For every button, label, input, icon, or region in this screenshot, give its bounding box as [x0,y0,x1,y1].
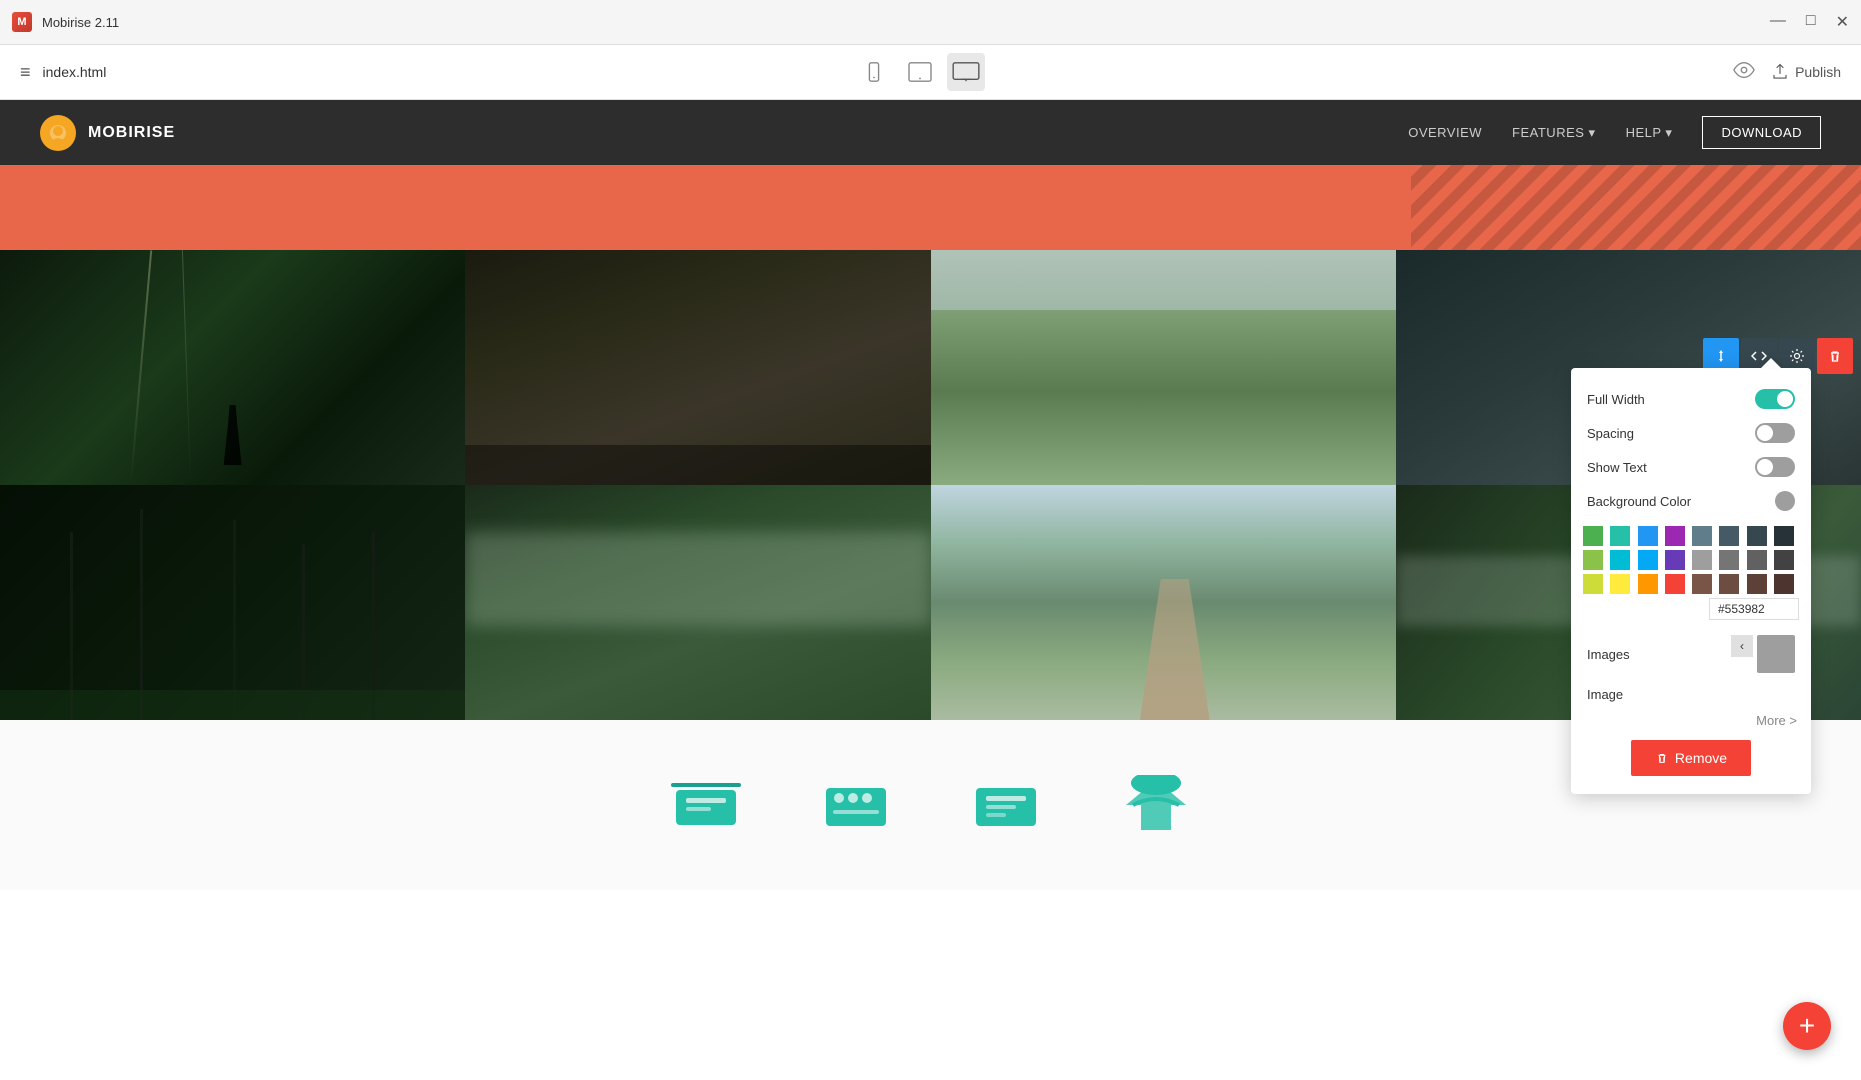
icon-item-1 [671,780,741,830]
maximize-button[interactable]: □ [1806,12,1816,32]
color-hex-row [1583,598,1799,620]
tablet-view-button[interactable] [901,53,939,91]
swatch-cyan[interactable] [1610,550,1630,570]
spacing-row: Spacing [1571,416,1811,450]
full-width-toggle[interactable] [1755,389,1795,409]
file-name: index.html [43,64,107,80]
images-section-label: Images [1587,647,1630,662]
titlebar: M Mobirise 2.11 — □ ✕ [0,0,1861,45]
swatch-darker-brown[interactable] [1747,574,1767,594]
remove-button[interactable]: Remove [1631,740,1751,776]
swatch-grey[interactable] [1692,550,1712,570]
color-picker [1571,518,1811,628]
image-thumbnail [1757,635,1795,673]
photo-cell-3 [931,250,1396,485]
icon-item-2 [821,780,891,830]
spacing-label: Spacing [1587,426,1634,441]
desktop-view-button[interactable] [947,53,985,91]
nav-links: OVERVIEW FEATURES ▾ HELP ▾ DOWNLOAD [1408,116,1821,149]
swatch-darker-grey[interactable] [1747,550,1767,570]
site-navbar: MOBIRISE OVERVIEW FEATURES ▾ HELP ▾ DOWN… [0,100,1861,165]
bg-color-swatch[interactable] [1775,491,1795,511]
swatch-darkest-blue-grey[interactable] [1774,526,1794,546]
more-link[interactable]: More > [1571,709,1811,732]
nav-overview[interactable]: OVERVIEW [1408,125,1482,140]
full-width-row: Full Width [1571,382,1811,416]
image-label: Image [1587,687,1623,702]
swatch-light-green[interactable] [1583,550,1603,570]
bg-color-label: Background Color [1587,494,1691,509]
publish-label: Publish [1795,64,1841,80]
photo-cell-1 [0,250,465,485]
fab-add-button[interactable]: + [1783,1002,1831,1050]
nav-download-button[interactable]: DOWNLOAD [1702,116,1821,149]
full-width-label: Full Width [1587,392,1645,407]
swatch-dark-brown[interactable] [1719,574,1739,594]
show-text-toggle[interactable] [1755,457,1795,477]
brand-icon [40,115,76,151]
image-row: Image [1571,680,1811,709]
remove-label: Remove [1675,750,1727,766]
orange-section [0,165,1861,250]
swatch-orange[interactable] [1638,574,1658,594]
photo-cell-5 [0,485,465,720]
publish-button[interactable]: Publish [1771,63,1841,81]
nav-features[interactable]: FEATURES ▾ [1512,125,1596,141]
mobile-view-button[interactable] [855,53,893,91]
icon-item-4 [1121,775,1191,835]
app-title: Mobirise 2.11 [42,15,119,30]
minimize-button[interactable]: — [1770,12,1786,32]
diagonal-pattern [1411,165,1861,250]
nav-help[interactable]: HELP ▾ [1626,125,1673,141]
swatch-lime[interactable] [1583,574,1603,594]
show-text-label: Show Text [1587,460,1647,475]
images-prev-button[interactable]: ‹ [1731,635,1753,657]
swatch-red[interactable] [1665,574,1685,594]
swatch-green[interactable] [1583,526,1603,546]
swatch-darkest-brown[interactable] [1774,574,1794,594]
site-preview: MOBIRISE OVERVIEW FEATURES ▾ HELP ▾ DOWN… [0,100,1861,890]
logo-text: M [17,16,26,28]
color-hex-input[interactable] [1709,598,1799,620]
color-swatches-row1 [1583,526,1799,546]
images-section-row: Images ‹ [1571,628,1811,680]
swatch-blue-grey[interactable] [1692,526,1712,546]
swatch-darkest-grey[interactable] [1774,550,1794,570]
delete-block-button[interactable] [1817,338,1853,374]
swatch-deep-purple[interactable] [1665,550,1685,570]
photo-cell-6 [465,485,930,720]
photo-cell-7 [931,485,1396,720]
close-button[interactable]: ✕ [1836,12,1849,32]
swatch-dark-grey[interactable] [1719,550,1739,570]
photo-cell-2 [465,250,930,485]
spacing-toggle[interactable] [1755,423,1795,443]
bg-color-row: Background Color [1571,484,1811,518]
swatch-darker-blue-grey[interactable] [1747,526,1767,546]
show-text-row: Show Text [1571,450,1811,484]
swatch-dark-blue-grey[interactable] [1719,526,1739,546]
toolbar: ≡ index.html Publish [0,45,1861,100]
preview-button[interactable] [1733,61,1755,84]
settings-panel: Full Width Spacing Show Text Background … [1571,368,1811,794]
swatch-teal[interactable] [1610,526,1630,546]
color-swatches-row3 [1583,574,1799,594]
app-logo: M [12,12,32,32]
brand-name: MOBIRISE [88,124,175,142]
swatch-yellow[interactable] [1610,574,1630,594]
swatch-blue[interactable] [1638,526,1658,546]
swatch-purple[interactable] [1665,526,1685,546]
hamburger-menu[interactable]: ≡ [20,62,31,83]
color-swatches-row2 [1583,550,1799,570]
swatch-light-blue[interactable] [1638,550,1658,570]
swatch-brown[interactable] [1692,574,1712,594]
icon-item-3 [971,780,1041,830]
